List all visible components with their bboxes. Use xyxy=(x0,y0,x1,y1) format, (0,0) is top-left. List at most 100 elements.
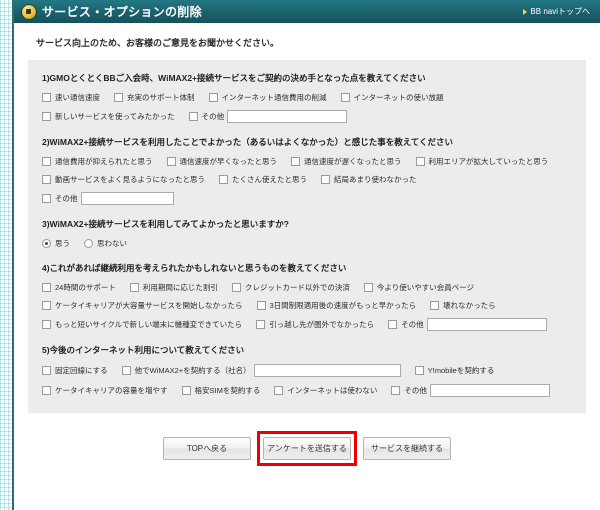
option-label: 速い通信速度 xyxy=(55,93,100,102)
checkbox-option[interactable] xyxy=(42,366,51,375)
question-title: 3)WiMAX2+接続サービスを利用してみてよかったと思いますか? xyxy=(42,219,289,229)
footer-buttons: TOPへ戻る アンケートを送信する サービスを継続する xyxy=(28,413,586,466)
radio-option[interactable] xyxy=(84,239,93,248)
question-list: 1)GMOとくとくBBご入会時、WiMAX2+接続サービスをご契約の決め手となっ… xyxy=(42,72,572,397)
option-text-input[interactable] xyxy=(426,318,547,331)
option-item: その他 xyxy=(42,192,174,205)
checkbox-option[interactable] xyxy=(42,157,51,166)
checkbox-option[interactable] xyxy=(231,283,241,292)
page-title: サービス・オプションの削除 xyxy=(42,5,202,19)
option-item: 格安SIMを契約する xyxy=(181,385,260,396)
option-text-input[interactable] xyxy=(80,192,174,205)
question-title: 1)GMOとくとくBBご入会時、WiMAX2+接続サービスをご契約の決め手となっ… xyxy=(42,73,426,83)
option-label: その他 xyxy=(55,194,78,203)
checkbox-option[interactable] xyxy=(42,320,51,329)
checkbox-option[interactable] xyxy=(121,366,131,375)
option-row: 24時間のサポート 利用期間に応じた割引 クレジットカード以外での決済 今より使いやす… xyxy=(42,282,572,293)
checkbox-option[interactable] xyxy=(321,175,330,184)
checkbox-option[interactable] xyxy=(414,366,424,375)
option-item: 壊れなかったら xyxy=(430,300,496,311)
option-item: クレジットカード以外での決済 xyxy=(231,282,350,293)
option-item: インターネットは使わない xyxy=(274,385,377,396)
checkbox-option[interactable] xyxy=(114,93,123,102)
option-text-input[interactable] xyxy=(227,110,348,123)
checkbox-option[interactable] xyxy=(129,283,139,292)
radio-option[interactable] xyxy=(42,239,51,248)
checkbox-option[interactable] xyxy=(391,386,401,395)
gold-circle-icon xyxy=(21,3,37,20)
option-row: ケータイキャリアが大容量サービスを開始しなかったら 3日間制限適用後の速度がもっと… xyxy=(42,300,572,311)
option-item: インターネット通信費用の削減 xyxy=(208,92,327,103)
question-block: 5)今後のインターネット利用について教えてください 固定回線にする 他でWiMAX2… xyxy=(42,344,572,397)
checkbox-option[interactable] xyxy=(42,301,51,310)
option-text-input[interactable] xyxy=(253,364,401,377)
checkbox-option[interactable] xyxy=(42,283,51,292)
option-item: 通信速度が遅くなったと思う xyxy=(291,156,402,167)
option-text-input[interactable] xyxy=(429,384,550,397)
checkbox-option[interactable] xyxy=(430,301,440,310)
option-item: 利用エリアが拡大していったと思う xyxy=(415,156,549,167)
option-row: 動画サービスをよく見るようになったと思う たくさん使えたと思う 結局あまり使わなかっ… xyxy=(42,174,572,185)
option-item: 新しいサービスを使ってみたかった xyxy=(42,111,175,122)
checkbox-option[interactable] xyxy=(340,93,350,102)
title-bar: サービス・オプションの削除 BB naviトップへ xyxy=(14,0,600,23)
option-label: その他 xyxy=(404,386,427,395)
option-row: 固定回線にする 他でWiMAX2+を契約する（社名） Y!mobileを契約する xyxy=(42,364,572,377)
option-item: 速い通信速度 xyxy=(42,92,100,103)
checkbox-option[interactable] xyxy=(42,386,51,395)
question-block: 2)WiMAX2+接続サービスを利用したことでよかった（あるいはよくなかった）と… xyxy=(42,136,572,205)
checkbox-option[interactable] xyxy=(42,112,51,121)
option-item: その他 xyxy=(388,318,547,331)
checkbox-option[interactable] xyxy=(291,157,300,166)
option-label: インターネット通信費用の削減 xyxy=(221,93,327,102)
survey-form: 1)GMOとくとくBBご入会時、WiMAX2+接続サービスをご契約の決め手となっ… xyxy=(28,60,586,413)
option-row: 新しいサービスを使ってみたかった その他 xyxy=(42,110,572,123)
submit-survey-button[interactable]: アンケートを送信する xyxy=(263,437,351,460)
checkbox-option[interactable] xyxy=(415,157,425,166)
bb-navi-link[interactable]: BB naviトップへ xyxy=(523,6,594,17)
top-back-button[interactable]: TOPへ戻る xyxy=(163,437,251,460)
option-label: 動画サービスをよく見るようになったと思う xyxy=(55,175,205,184)
checkbox-option[interactable] xyxy=(166,157,176,166)
option-label: 思う xyxy=(55,239,70,248)
option-label: ケータイキャリアが大容量サービスを開始しなかったら xyxy=(55,301,243,310)
option-label: 充実のサポート体制 xyxy=(127,93,195,102)
question-block: 4)これがあれば継続利用を考えられたかもしれないと思うものを教えてください 24時… xyxy=(42,262,572,331)
option-label: 通信費用が抑えられたと思う xyxy=(55,157,153,166)
checkbox-option[interactable] xyxy=(274,386,284,395)
option-item: 引っ越し先が圏外でなかったら xyxy=(256,319,374,330)
question-title: 5)今後のインターネット利用について教えてください xyxy=(42,345,245,355)
option-label: Y!mobileを契約する xyxy=(427,366,495,375)
option-label: 利用期間に応じた割引 xyxy=(142,283,218,292)
option-row: もっと短いサイクルで新しい端末に機種変できていたら 引っ越し先が圏外でなかったら そ… xyxy=(42,318,572,331)
option-label: インターネットは使わない xyxy=(287,386,378,395)
option-label: たくさん使えたと思う xyxy=(232,175,307,184)
checkbox-option[interactable] xyxy=(208,93,218,102)
option-label: 3日間制限適用後の速度がもっと早かったら xyxy=(269,301,417,310)
checkbox-option[interactable] xyxy=(363,283,373,292)
checkbox-option[interactable] xyxy=(256,301,266,310)
checkbox-option[interactable] xyxy=(42,93,51,102)
checkbox-option[interactable] xyxy=(256,320,266,329)
option-item: 24時間のサポート xyxy=(42,282,116,293)
checkbox-option[interactable] xyxy=(188,112,198,121)
checkbox-option[interactable] xyxy=(388,320,398,329)
option-item: 固定回線にする xyxy=(42,365,108,376)
option-label: 結局あまり使わなかった xyxy=(334,175,417,184)
checkbox-option[interactable] xyxy=(42,175,51,184)
option-row: 速い通信速度 充実のサポート体制 インターネット通信費用の削減 インターネットの使い放… xyxy=(42,92,572,103)
checkbox-option[interactable] xyxy=(42,194,51,203)
option-label: 利用エリアが拡大していったと思う xyxy=(428,157,549,166)
submit-highlight-box: アンケートを送信する xyxy=(257,431,357,466)
question-title: 4)これがあれば継続利用を考えられたかもしれないと思うものを教えてください xyxy=(42,263,347,273)
option-row: 通信費用が抑えられたと思う 通信速度が早くなったと思う 通信速度が遅くなったと思う 利… xyxy=(42,156,572,167)
checkbox-option[interactable] xyxy=(219,175,228,184)
option-label: その他 xyxy=(401,320,424,329)
option-label: その他 xyxy=(201,112,225,121)
option-item: 今より使いやすい会員ページ xyxy=(363,282,474,293)
continue-service-button[interactable]: サービスを継続する xyxy=(363,437,451,460)
option-label: 他でWiMAX2+を契約する（社名） xyxy=(134,366,251,375)
checkbox-option[interactable] xyxy=(181,386,191,395)
option-label: もっと短いサイクルで新しい端末に機種変できていたら xyxy=(55,320,243,329)
option-item: 通信費用が抑えられたと思う xyxy=(42,156,153,167)
